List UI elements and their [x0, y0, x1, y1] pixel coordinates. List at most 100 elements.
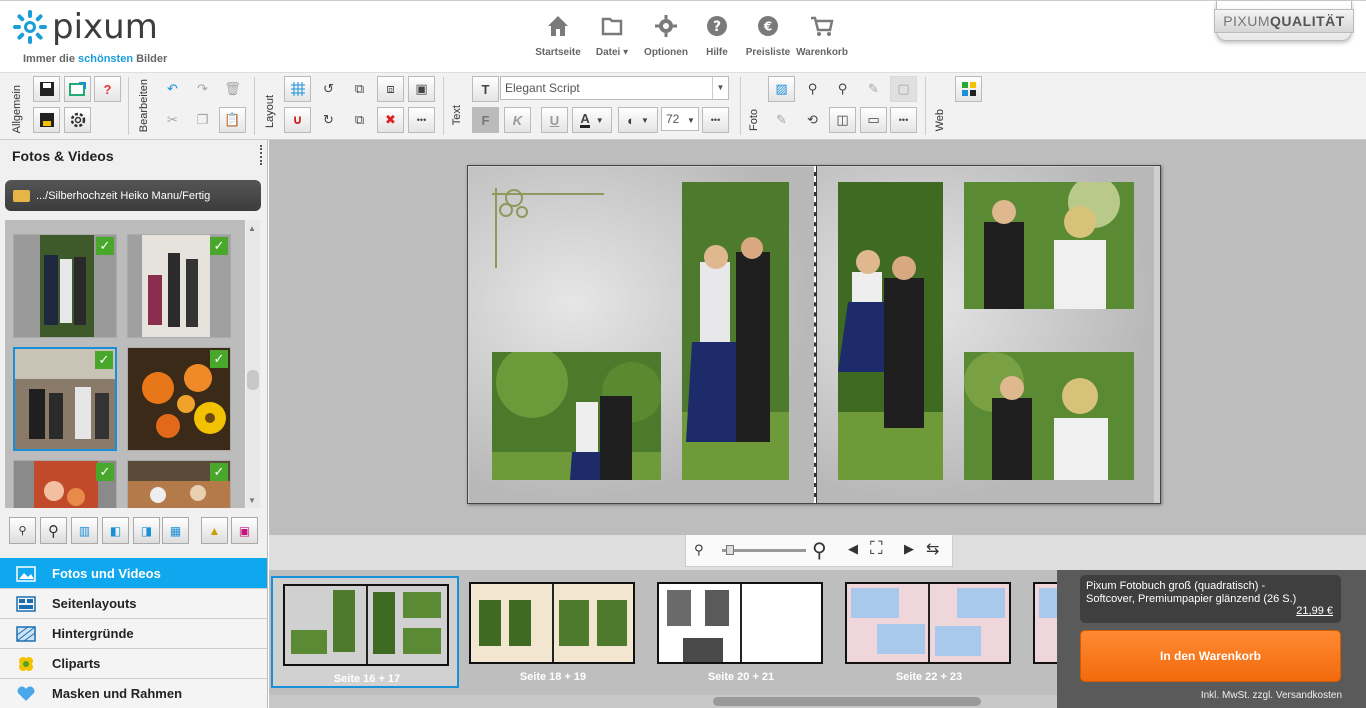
photo-frame-button[interactable]: ▭ — [860, 107, 887, 133]
rotate-right-button[interactable]: ↻ — [315, 107, 342, 133]
save-button[interactable] — [33, 76, 60, 102]
italic-button[interactable]: K — [504, 107, 531, 133]
export-photos-button[interactable]: ▣ — [231, 517, 258, 544]
spread-photo[interactable] — [682, 182, 789, 480]
photo-thumbnail[interactable]: ✓ — [13, 234, 117, 338]
photo-mirror-button[interactable]: ◫ — [829, 107, 856, 133]
undo-button[interactable]: ↶ — [159, 76, 186, 102]
text-more-button[interactable]: ••• — [702, 107, 729, 133]
nav-datei[interactable]: Datei ▾ — [586, 15, 638, 58]
photo-more-button[interactable]: ••• — [890, 107, 917, 133]
open-project-button[interactable] — [64, 76, 91, 102]
photo-thumbnail-selected[interactable]: ✓ — [13, 347, 117, 451]
spread-photo[interactable] — [492, 352, 661, 480]
scrollbar-thumb[interactable] — [713, 697, 981, 706]
move-to-front-button[interactable]: ⧈ — [377, 76, 404, 102]
rotate-left-button[interactable]: ↺ — [315, 76, 342, 102]
nav-hilfe[interactable]: ? Hilfe — [694, 15, 740, 58]
swap-pages-icon[interactable]: ⇆ — [926, 539, 939, 559]
bring-forward-button[interactable]: ⧉ — [346, 76, 373, 102]
text-color-select[interactable]: A ▼ — [572, 107, 612, 133]
spread-photo[interactable] — [838, 182, 943, 480]
photo-thumbnail[interactable]: ✓ — [13, 460, 117, 508]
category-seitenlayouts[interactable]: Seitenlayouts — [0, 588, 267, 618]
previous-page-icon[interactable]: ◀ — [848, 541, 858, 557]
paste-button[interactable]: 📋 — [219, 107, 246, 133]
category-fotos-und-videos[interactable]: Fotos und Videos — [0, 558, 267, 588]
cut-button[interactable]: ✂ — [159, 107, 186, 133]
spread-thumbnail[interactable]: Seite 18 + 19 — [459, 576, 647, 688]
product-price[interactable]: 21,99 € — [1296, 605, 1333, 618]
scroll-down-icon[interactable]: ▼ — [248, 496, 256, 505]
thumbnail-scrollbar[interactable]: ▲ ▼ — [246, 220, 260, 508]
nav-optionen[interactable]: Optionen — [640, 15, 692, 58]
font-select[interactable]: Elegant Script ▼ — [500, 76, 729, 100]
add-text-button[interactable]: T — [472, 76, 499, 102]
help-wizard-button[interactable]: ? — [94, 76, 121, 102]
nav-preisliste[interactable]: € Preisliste — [742, 15, 794, 58]
add-left-button[interactable]: ◧ — [102, 517, 129, 544]
spread-thumbnail[interactable]: Seite 20 + 21 — [647, 576, 835, 688]
nav-label: Hilfe — [706, 47, 728, 58]
nav-label: Datei ▾ — [586, 47, 638, 58]
scroll-up-icon[interactable]: ▲ — [248, 224, 256, 233]
photo-thumbnail[interactable]: ✓ — [127, 234, 231, 338]
add-to-cart-button[interactable]: In den Warenkorb — [1080, 630, 1341, 682]
move-to-back-button[interactable]: ▣ — [408, 76, 435, 102]
text-fill-select[interactable]: ◐ ▼ — [618, 107, 658, 133]
category-cliparts[interactable]: Cliparts — [0, 648, 267, 678]
category-masken-und-rahmen[interactable]: Masken und Rahmen — [0, 678, 267, 708]
filmstrip-scrollbar[interactable] — [269, 695, 1057, 708]
pixum-logo[interactable]: pixum — [12, 9, 158, 45]
web-qr-button[interactable] — [955, 76, 982, 102]
send-backward-button[interactable]: ⧉ — [346, 107, 373, 133]
next-page-icon[interactable]: ▶ — [904, 541, 914, 557]
category-list: Fotos und Videos Seitenlayouts Hintergrü… — [0, 558, 267, 708]
delete-button[interactable]: 🗑 — [219, 76, 246, 102]
thumb-zoom-out-button[interactable]: ⚲ — [9, 517, 36, 544]
scrollbar-thumb[interactable] — [247, 370, 259, 390]
settings-button[interactable] — [64, 107, 91, 133]
add-right-button[interactable]: ◨ — [133, 517, 160, 544]
layout-more-button[interactable]: ••• — [408, 107, 435, 133]
photo-thumbnail[interactable]: ✓ — [127, 347, 231, 451]
auto-fill-button[interactable]: ▦ — [162, 517, 189, 544]
delete-layer-button[interactable]: ✖ — [377, 107, 404, 133]
spread-thumbnail-partial[interactable] — [1023, 576, 1057, 688]
photo-zoom-out-button[interactable]: ⚲ — [799, 76, 826, 102]
category-hintergruende[interactable]: Hintergründe — [0, 618, 267, 648]
import-photos-button[interactable]: ▲ — [201, 517, 228, 544]
photo-thumbnail[interactable]: ✓ — [127, 460, 231, 508]
fit-screen-icon[interactable]: ⛶ — [870, 538, 883, 559]
add-photo-icon: ▨ — [775, 81, 788, 96]
magnet-button[interactable]: ∪ — [284, 107, 311, 133]
zoom-slider-handle[interactable] — [726, 545, 734, 555]
font-size-dropdown[interactable]: ▼ — [684, 107, 698, 133]
photo-replace-button[interactable]: ⟲ — [799, 107, 826, 133]
photobook-spread[interactable] — [467, 165, 1161, 504]
zoom-in-icon[interactable]: ⚲ — [812, 538, 827, 563]
zoom-out-icon[interactable]: ⚲ — [694, 542, 704, 558]
zoom-slider[interactable] — [722, 549, 806, 552]
thumb-zoom-in-button[interactable]: ⚲ — [40, 517, 67, 544]
spread-photo[interactable] — [964, 182, 1134, 309]
bold-button[interactable]: F — [472, 107, 499, 133]
copy-button[interactable]: ❐ — [189, 107, 216, 133]
underline-button[interactable]: U — [541, 107, 568, 133]
grid-button[interactable] — [284, 76, 311, 102]
save-as-button[interactable] — [33, 107, 60, 133]
redo-button[interactable]: ↷ — [189, 76, 216, 102]
photo-effect-button[interactable]: ✎ — [860, 76, 887, 102]
add-photo-button[interactable]: ▨ — [768, 76, 795, 102]
photo-zoom-in-button[interactable]: ⚲ — [829, 76, 856, 102]
spread-photo[interactable] — [964, 352, 1134, 480]
add-to-page-button[interactable]: ▥ — [71, 517, 98, 544]
photo-empty-button[interactable]: ▢ — [890, 76, 917, 102]
nav-warenkorb[interactable]: Warenkorb — [796, 15, 848, 58]
panel-grip[interactable] — [260, 145, 262, 165]
folder-path-bar[interactable]: .../Silberhochzeit Heiko Manu/Fertig — [5, 180, 261, 211]
photo-edit-button[interactable]: ✎ — [768, 107, 795, 133]
spread-thumbnail[interactable]: Seite 16 + 17 — [271, 576, 459, 688]
spread-thumbnail[interactable]: Seite 22 + 23 — [835, 576, 1023, 688]
nav-startseite[interactable]: Startseite — [532, 15, 584, 58]
